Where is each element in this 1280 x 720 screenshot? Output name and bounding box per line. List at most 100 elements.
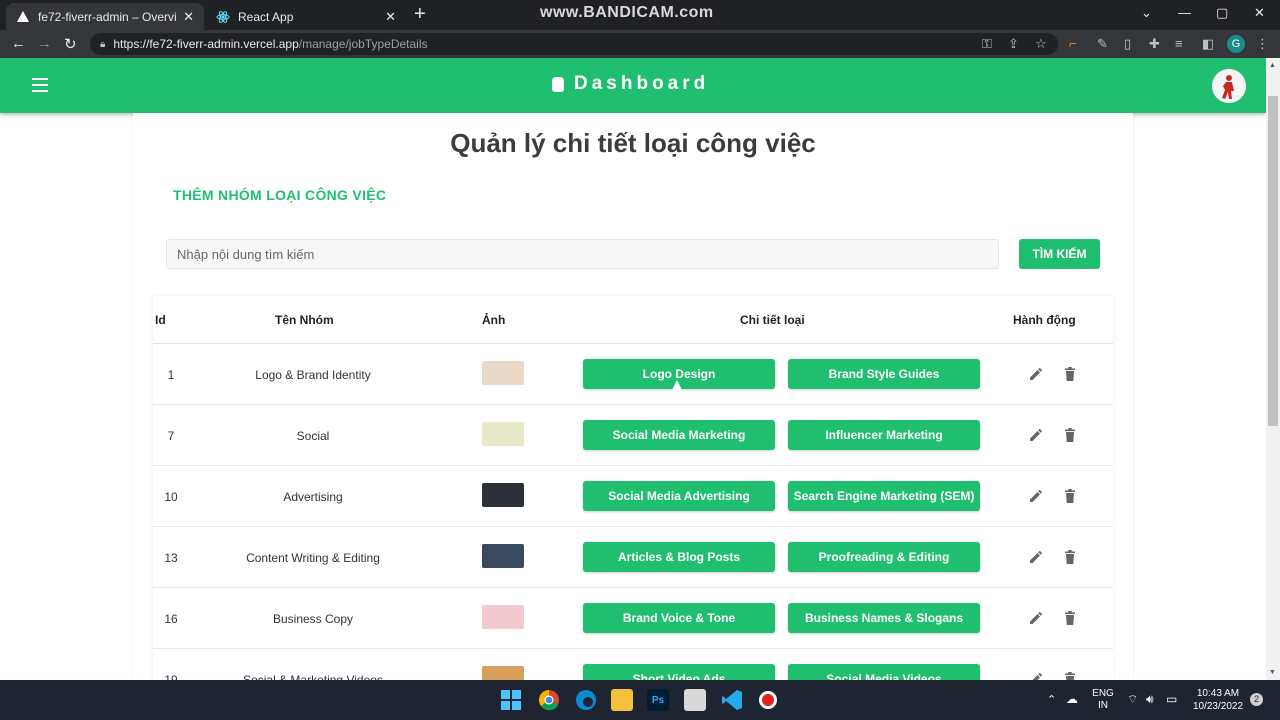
browser-tab-bar: fe72-fiverr-admin – Overview – V ✕ React… [0, 0, 1280, 30]
add-job-type-group-link[interactable]: THÊM NHÓM LOẠI CÔNG VIỆC [173, 187, 386, 203]
snipping-tool-icon[interactable] [684, 689, 706, 711]
window-close-icon[interactable]: ✕ [1254, 5, 1265, 21]
delete-trash-icon[interactable] [1062, 366, 1078, 382]
user-avatar[interactable] [1212, 69, 1246, 103]
detail-type-button[interactable]: Brand Voice & Tone [583, 603, 775, 633]
row-thumbnail [482, 361, 524, 385]
row-id: 7 [167, 429, 175, 443]
search-input[interactable] [166, 239, 999, 269]
new-tab-icon[interactable]: + [414, 4, 426, 24]
url-host: https://fe72-fiverr-admin.vercel.app [113, 37, 299, 51]
notification-badge[interactable]: 2 [1250, 693, 1263, 706]
detail-type-button[interactable]: Influencer Marketing [788, 420, 980, 450]
bookmark-star-icon[interactable]: ☆ [1035, 36, 1047, 52]
detail-type-button[interactable]: Business Names & Slogans [788, 603, 980, 633]
tab-close-icon[interactable]: ✕ [183, 9, 194, 25]
detail-type-button[interactable]: Social Media Marketing [583, 420, 775, 450]
delete-trash-icon[interactable] [1062, 488, 1078, 504]
address-bar[interactable]: 🔒︎ https://fe72-fiverr-admin.vercel.app /… [90, 33, 1058, 55]
table-row: 7 Social Social Media Marketing Influenc… [153, 405, 1113, 466]
forward-arrow-icon[interactable]: → [37, 35, 52, 52]
delete-trash-icon[interactable] [1062, 610, 1078, 626]
region-code: IN [1098, 700, 1108, 711]
header-details: Chi tiết loại [740, 313, 805, 327]
scroll-down-icon[interactable]: ▼ [1269, 669, 1276, 676]
extension-icon[interactable]: ⌐ [1069, 36, 1077, 51]
detail-type-button[interactable]: Articles & Blog Posts [583, 542, 775, 572]
extension-pen-icon[interactable]: ✎ [1097, 36, 1108, 52]
scroll-up-icon[interactable]: ▲ [1269, 62, 1276, 69]
edit-pencil-icon[interactable] [1028, 366, 1044, 382]
tab-search-chevron-icon[interactable]: ⌄ [1141, 5, 1152, 21]
onedrive-icon[interactable]: ☁ [1066, 692, 1078, 706]
extensions-puzzle-icon[interactable]: ✚ [1149, 36, 1160, 52]
edit-pencil-icon[interactable] [1028, 549, 1044, 565]
react-logo-icon [216, 10, 230, 24]
table-row: 1 Logo & Brand Identity Logo Design Bran… [153, 344, 1113, 405]
row-thumbnail [482, 483, 524, 507]
vscode-icon[interactable] [721, 689, 743, 711]
edit-pencil-icon[interactable] [1028, 427, 1044, 443]
photoshop-icon[interactable]: Ps [647, 689, 669, 711]
media-control-icon[interactable]: ≡ [1175, 36, 1183, 51]
profile-avatar[interactable]: G [1227, 35, 1245, 53]
page-scrollbar[interactable]: ▲ ▼ [1266, 58, 1280, 680]
back-arrow-icon[interactable]: ← [11, 35, 26, 52]
wifi-icon[interactable]: ⌔ [1127, 692, 1138, 707]
clock[interactable]: 10:43 AM 10/23/2022 [1190, 687, 1246, 713]
table-row: 16 Business Copy Brand Voice & Tone Busi… [153, 588, 1113, 649]
key-icon[interactable]: ⚿ [982, 36, 992, 52]
share-icon[interactable]: ⇪ [1008, 36, 1019, 52]
volume-icon[interactable]: 🔊︎ [1146, 692, 1154, 707]
row-group-name: Business Copy [272, 612, 354, 626]
app-header: Dashboard [0, 58, 1266, 113]
tab-close-icon[interactable]: ✕ [385, 9, 396, 25]
file-explorer-icon[interactable] [611, 689, 633, 711]
side-panel-icon[interactable]: ◧ [1202, 36, 1214, 52]
clock-time: 10:43 AM [1196, 688, 1240, 699]
detail-type-button[interactable]: Brand Style Guides [788, 359, 980, 389]
scroll-thumb[interactable] [1268, 96, 1278, 426]
detail-type-button[interactable]: Social Media Advertising [583, 481, 775, 511]
job-type-table: Id Tên Nhóm Ảnh Chi tiết loại Hành động … [153, 296, 1113, 710]
browser-menu-icon[interactable]: ⋮ [1256, 36, 1269, 52]
detail-type-button[interactable]: Proofreading & Editing [788, 542, 980, 572]
search-button[interactable]: TÌM KIẾM [1019, 239, 1100, 269]
edit-pencil-icon[interactable] [1028, 610, 1044, 626]
chrome-icon[interactable] [538, 689, 560, 711]
tab-react-app[interactable]: React App ✕ [206, 3, 406, 30]
extension-phone-icon[interactable]: ▯ [1124, 36, 1131, 52]
tab-fiverr-admin[interactable]: fe72-fiverr-admin – Overview – V ✕ [6, 3, 204, 30]
row-group-name: Social [296, 429, 330, 443]
row-id: 1 [167, 368, 175, 382]
bandicam-record-icon[interactable] [757, 689, 779, 711]
browser-toolbar: ← → ↻ 🔒︎ https://fe72-fiverr-admin.verce… [0, 30, 1280, 58]
table-row: 10 Advertising Social Media Advertising … [153, 466, 1113, 527]
row-group-name: Content Writing & Editing [246, 551, 380, 565]
delete-trash-icon[interactable] [1062, 427, 1078, 443]
row-id: 16 [164, 612, 178, 626]
minimize-icon[interactable]: — [1178, 5, 1191, 20]
tray-chevron-icon[interactable]: ⌃ [1047, 693, 1056, 706]
table-header: Id Tên Nhóm Ảnh Chi tiết loại Hành động [153, 296, 1113, 344]
tab-label: React App [238, 9, 294, 24]
recorder-watermark: www.BANDICAM.com [540, 4, 714, 21]
language-indicator[interactable]: ENG IN [1092, 688, 1114, 712]
row-thumbnail [482, 605, 524, 629]
header-id: Id [155, 313, 166, 327]
detail-type-button[interactable]: Search Engine Marketing (SEM) [788, 481, 980, 511]
row-group-name: Advertising [283, 490, 343, 504]
battery-icon[interactable]: ▭ [1166, 692, 1177, 706]
hamburger-menu-icon[interactable] [32, 78, 48, 92]
edge-icon[interactable] [575, 689, 597, 711]
row-group-name: Logo & Brand Identity [255, 368, 371, 382]
start-icon[interactable] [500, 689, 522, 711]
header-image: Ảnh [482, 313, 506, 327]
row-thumbnail [482, 422, 524, 446]
reload-icon[interactable]: ↻ [64, 35, 77, 53]
row-thumbnail [482, 544, 524, 568]
edit-pencil-icon[interactable] [1028, 488, 1044, 504]
delete-trash-icon[interactable] [1062, 549, 1078, 565]
windows-taskbar: Ps ⌃ ☁ ENG IN ⌔ 🔊︎ ▭ 10:43 AM 10/23/2022… [0, 680, 1280, 720]
maximize-icon[interactable]: ▢ [1216, 5, 1228, 21]
